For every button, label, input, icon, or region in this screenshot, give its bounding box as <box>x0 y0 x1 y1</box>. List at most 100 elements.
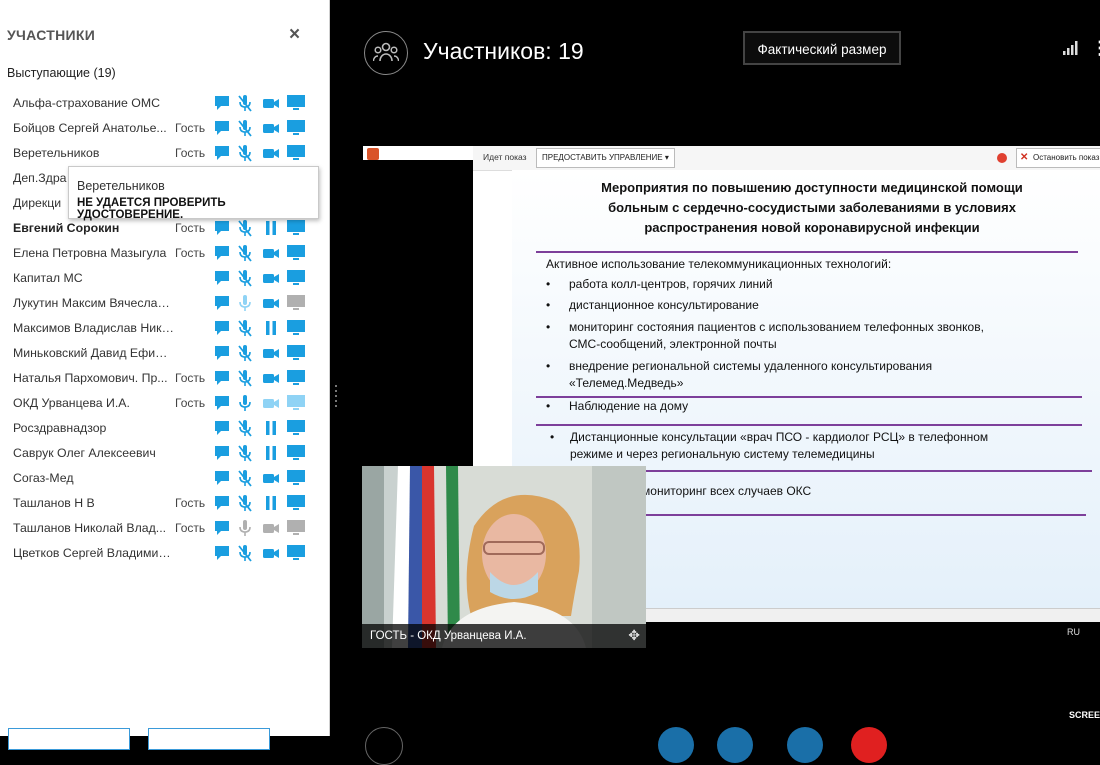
bottom-control-button[interactable] <box>365 727 403 765</box>
mic-icon[interactable] <box>236 294 254 312</box>
chat-icon[interactable] <box>213 444 231 462</box>
mic-muted-icon[interactable] <box>236 469 254 487</box>
screen-share-icon[interactable] <box>287 119 305 137</box>
mic-muted-icon[interactable] <box>236 94 254 112</box>
screen-share-icon[interactable] <box>287 94 305 112</box>
pause-icon[interactable] <box>262 419 280 437</box>
stop-sharing-button[interactable]: ✕ Остановить показ <box>1016 148 1100 168</box>
screen-share-icon[interactable] <box>287 419 305 437</box>
participant-row[interactable]: Ташланов Николай Влад... Гость <box>13 516 313 541</box>
bottom-control-button[interactable] <box>717 727 753 763</box>
participant-row[interactable]: Елена Петровна Мазыгула Гость <box>13 241 313 266</box>
mic-muted-icon[interactable] <box>236 494 254 512</box>
participant-row[interactable]: Наталья Пархомович. Пр... Гость <box>13 366 313 391</box>
screen-share-icon[interactable] <box>287 444 305 462</box>
mic-muted-icon[interactable] <box>236 344 254 362</box>
bottom-control-button[interactable] <box>787 727 823 763</box>
participant-row[interactable]: Цветков Сергей Владимирович <box>13 541 313 566</box>
participant-video[interactable]: ГОСТЬ - ОКД Урванцева И.А. ✥ <box>362 466 646 648</box>
screen-share-icon[interactable] <box>287 544 305 562</box>
close-icon[interactable]: × <box>289 24 300 46</box>
mic-muted-icon[interactable] <box>236 369 254 387</box>
bottom-control-button[interactable] <box>658 727 694 763</box>
camera-icon[interactable] <box>262 544 280 562</box>
camera-icon[interactable] <box>262 144 280 162</box>
camera-icon[interactable] <box>262 394 280 412</box>
chat-icon[interactable] <box>213 119 231 137</box>
participant-row[interactable]: Альфа-страхование ОМС <box>13 91 313 116</box>
participant-row[interactable]: Максимов Владислав Николаев... <box>13 316 313 341</box>
camera-icon[interactable] <box>262 119 280 137</box>
mic-muted-icon[interactable] <box>236 119 254 137</box>
camera-icon[interactable] <box>262 344 280 362</box>
camera-icon[interactable] <box>262 469 280 487</box>
screen-share-icon[interactable] <box>287 369 305 387</box>
chat-icon[interactable] <box>213 294 231 312</box>
mic-muted-icon[interactable] <box>236 269 254 287</box>
mic-muted-icon[interactable] <box>236 219 254 237</box>
participant-row[interactable]: Лукутин Максим Вячеславович <box>13 291 313 316</box>
chat-icon[interactable] <box>213 519 231 537</box>
mic-muted-icon[interactable] <box>236 419 254 437</box>
screen-share-icon[interactable] <box>287 269 305 287</box>
panel-action-button[interactable] <box>8 728 130 750</box>
participant-row[interactable]: Саврук Олег Алексеевич <box>13 441 313 466</box>
chat-icon[interactable] <box>213 269 231 287</box>
pause-icon[interactable] <box>262 319 280 337</box>
screen-share-icon[interactable] <box>287 494 305 512</box>
chat-icon[interactable] <box>213 144 231 162</box>
mic-muted-icon[interactable] <box>236 144 254 162</box>
pause-icon[interactable] <box>262 219 280 237</box>
screen-share-icon[interactable] <box>287 394 305 412</box>
camera-icon[interactable] <box>262 94 280 112</box>
camera-icon[interactable] <box>262 269 280 287</box>
panel-action-button[interactable] <box>148 728 270 750</box>
participant-row[interactable]: Ташланов Н В Гость <box>13 491 313 516</box>
chat-icon[interactable] <box>213 494 231 512</box>
pause-icon[interactable] <box>262 444 280 462</box>
participant-row[interactable]: Веретельников Гость <box>13 141 313 166</box>
give-control-button[interactable]: ПРЕДОСТАВИТЬ УПРАВЛЕНИЕ ▾ <box>536 148 675 168</box>
screen-share-icon[interactable] <box>287 344 305 362</box>
mic-muted-icon[interactable] <box>236 544 254 562</box>
panel-resize-handle[interactable] <box>334 385 338 410</box>
mic-muted-icon[interactable] <box>236 444 254 462</box>
camera-icon[interactable] <box>262 369 280 387</box>
move-icon[interactable]: ✥ <box>628 627 640 644</box>
participant-row[interactable]: Согаз-Мед <box>13 466 313 491</box>
chat-icon[interactable] <box>213 419 231 437</box>
participant-row[interactable]: Миньковский Давид Ефимович <box>13 341 313 366</box>
speakers-section-header[interactable]: Выступающие (19) <box>7 66 116 80</box>
chat-icon[interactable] <box>213 544 231 562</box>
screen-share-icon[interactable] <box>287 519 305 537</box>
mic-icon[interactable] <box>236 519 254 537</box>
mic-icon[interactable] <box>236 394 254 412</box>
chat-icon[interactable] <box>213 394 231 412</box>
screen-share-icon[interactable] <box>287 244 305 262</box>
chat-icon[interactable] <box>213 344 231 362</box>
participants-icon[interactable] <box>364 31 408 75</box>
screen-share-icon[interactable] <box>287 294 305 312</box>
screen-share-icon[interactable] <box>287 319 305 337</box>
participant-row[interactable]: Росздравнадзор <box>13 416 313 441</box>
end-call-button[interactable] <box>851 727 887 763</box>
participant-row[interactable]: Капитал МС <box>13 266 313 291</box>
screen-share-icon[interactable] <box>287 469 305 487</box>
screen-share-icon[interactable] <box>287 219 305 237</box>
mic-muted-icon[interactable] <box>236 244 254 262</box>
camera-icon[interactable] <box>262 294 280 312</box>
chat-icon[interactable] <box>213 244 231 262</box>
screen-share-icon[interactable] <box>287 144 305 162</box>
mic-muted-icon[interactable] <box>236 319 254 337</box>
chat-icon[interactable] <box>213 94 231 112</box>
camera-icon[interactable] <box>262 244 280 262</box>
camera-icon[interactable] <box>262 519 280 537</box>
chat-icon[interactable] <box>213 319 231 337</box>
pause-icon[interactable] <box>262 494 280 512</box>
participant-row[interactable]: ОКД Урванцева И.А. Гость <box>13 391 313 416</box>
chat-icon[interactable] <box>213 219 231 237</box>
more-options-icon[interactable]: ⋮ <box>1091 38 1100 59</box>
chat-icon[interactable] <box>213 369 231 387</box>
actual-size-button[interactable]: Фактический размер <box>743 31 901 65</box>
chat-icon[interactable] <box>213 469 231 487</box>
